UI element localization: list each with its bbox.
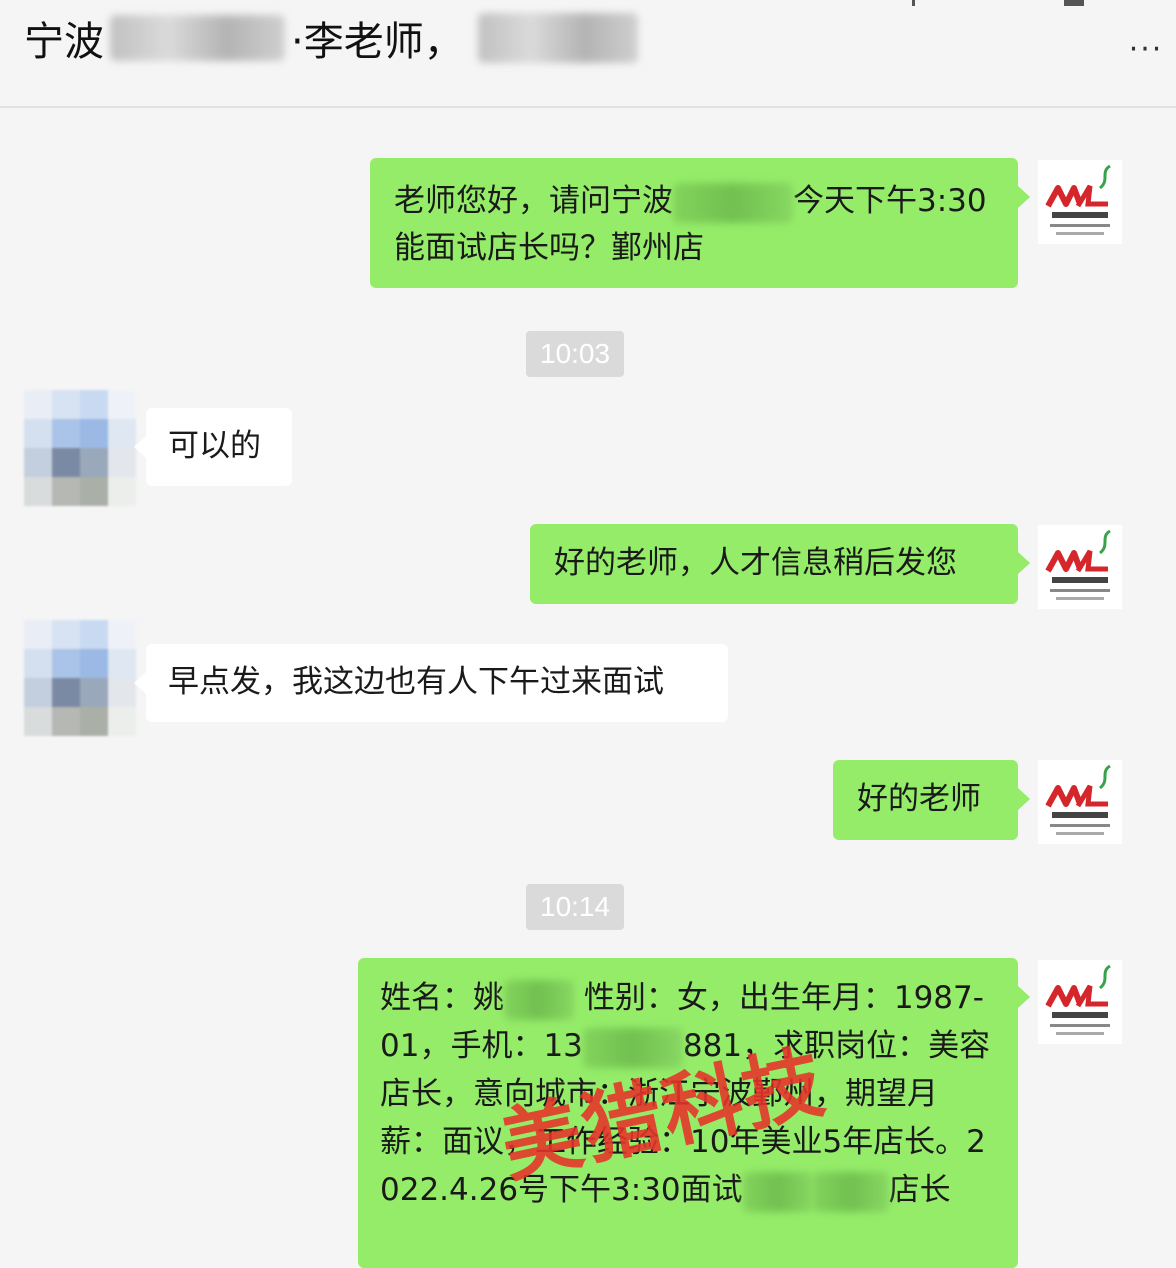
message-timestamp: 10:14 <box>526 884 625 930</box>
self-avatar[interactable] <box>1038 760 1122 844</box>
redacted-text <box>477 13 638 63</box>
message-timestamp: 10:03 <box>526 331 625 377</box>
redacted-text <box>812 1171 889 1212</box>
self-avatar[interactable] <box>1038 160 1122 244</box>
chat-title-suffix: ·李老师， <box>291 19 464 65</box>
message-text: 店长 <box>888 1172 951 1208</box>
message-text: 早点发，我这边也有人下午过来面试 <box>168 664 664 700</box>
logo-icon <box>1038 160 1122 244</box>
self-avatar[interactable] <box>1038 960 1122 1044</box>
redacted-text <box>504 979 574 1020</box>
redacted-text <box>742 1171 813 1212</box>
contact-avatar[interactable] <box>24 390 136 506</box>
chat-header: 宁波 ·李老师， ··· <box>0 0 1176 108</box>
window-edge-mark <box>912 0 915 6</box>
contact-avatar[interactable] <box>24 620 136 736</box>
message-text: 好的老师，人才信息稍后发您 <box>554 545 957 581</box>
chat-title-prefix: 宁波 <box>24 19 104 65</box>
message-text: 姓名：姚 <box>380 980 504 1016</box>
message-bubble-outgoing[interactable]: 老师您好，请问宁波 今天下午3:30能面试店长吗？鄞州店 <box>370 158 1030 288</box>
logo-icon <box>1038 525 1122 609</box>
self-avatar[interactable] <box>1038 525 1122 609</box>
message-text: 老师您好，请问宁波 <box>394 183 673 219</box>
message-bubble-incoming[interactable]: 可以的 <box>134 408 292 486</box>
chat-title: 宁波 ·李老师， <box>24 8 638 68</box>
message-text: 好的老师 <box>857 781 981 817</box>
message-text: 可以的 <box>168 428 261 464</box>
message-bubble-incoming[interactable]: 早点发，我这边也有人下午过来面试 <box>134 644 728 722</box>
redacted-text <box>673 182 793 223</box>
logo-icon <box>1038 760 1122 844</box>
message-bubble-outgoing[interactable]: 好的老师 <box>833 760 1030 840</box>
more-options-button[interactable]: ··· <box>1124 28 1168 72</box>
redacted-text <box>110 15 285 61</box>
message-bubble-outgoing[interactable]: 好的老师，人才信息稍后发您 <box>530 524 1030 604</box>
logo-icon <box>1038 960 1122 1044</box>
window-edge-mark <box>1064 0 1084 6</box>
